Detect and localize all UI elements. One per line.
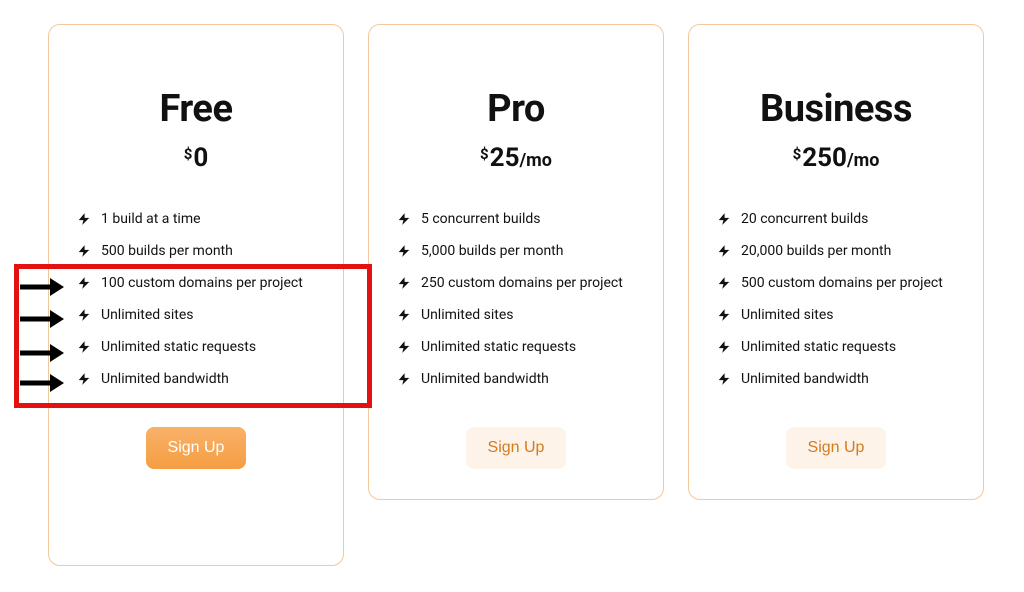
- feature-item: 100 custom domains per project: [77, 267, 315, 299]
- feature-item: 1 build at a time: [77, 203, 315, 235]
- price-amount: 0: [193, 143, 208, 173]
- feature-text: Unlimited sites: [421, 307, 514, 323]
- feature-item: 5,000 builds per month: [397, 235, 635, 267]
- pricing-plans: Free $0 1 build at a time 500 builds per…: [40, 24, 984, 566]
- price-amount: 250: [802, 143, 847, 173]
- feature-list: 5 concurrent builds 5,000 builds per mon…: [397, 203, 635, 395]
- bolt-icon: [397, 307, 411, 323]
- feature-item: Unlimited bandwidth: [77, 363, 315, 395]
- feature-text: Unlimited static requests: [101, 339, 256, 355]
- plan-card-free: Free $0 1 build at a time 500 builds per…: [48, 24, 344, 566]
- feature-text: 1 build at a time: [101, 211, 201, 227]
- signup-button-business[interactable]: Sign Up: [786, 427, 887, 469]
- bolt-icon: [717, 339, 731, 355]
- feature-item: Unlimited sites: [717, 299, 955, 331]
- feature-text: 20,000 builds per month: [741, 243, 891, 259]
- plan-price: $25/mo: [397, 143, 635, 173]
- feature-list: 1 build at a time 500 builds per month 1…: [77, 203, 315, 395]
- feature-text: Unlimited bandwidth: [741, 371, 869, 387]
- plan-title: Pro: [397, 87, 635, 131]
- price-period: /mo: [520, 150, 552, 171]
- feature-list: 20 concurrent builds 20,000 builds per m…: [717, 203, 955, 395]
- feature-item: Unlimited sites: [397, 299, 635, 331]
- plan-price: $250/mo: [717, 143, 955, 173]
- bolt-icon: [397, 243, 411, 259]
- feature-text: 100 custom domains per project: [101, 275, 303, 291]
- plan-price: $0: [77, 143, 315, 173]
- feature-text: Unlimited sites: [741, 307, 834, 323]
- feature-text: Unlimited sites: [101, 307, 194, 323]
- price-currency: $: [184, 145, 193, 163]
- feature-text: Unlimited static requests: [421, 339, 576, 355]
- feature-item: Unlimited static requests: [717, 331, 955, 363]
- feature-item: Unlimited static requests: [397, 331, 635, 363]
- feature-item: 250 custom domains per project: [397, 267, 635, 299]
- bolt-icon: [397, 211, 411, 227]
- feature-text: Unlimited bandwidth: [101, 371, 229, 387]
- feature-item: 5 concurrent builds: [397, 203, 635, 235]
- bolt-icon: [77, 275, 91, 291]
- bolt-icon: [717, 243, 731, 259]
- bolt-icon: [77, 371, 91, 387]
- feature-item: Unlimited sites: [77, 299, 315, 331]
- bolt-icon: [77, 243, 91, 259]
- feature-text: 500 custom domains per project: [741, 275, 943, 291]
- bolt-icon: [397, 371, 411, 387]
- bolt-icon: [717, 275, 731, 291]
- plan-card-business: Business $250/mo 20 concurrent builds 20…: [688, 24, 984, 500]
- feature-text: 250 custom domains per project: [421, 275, 623, 291]
- feature-text: Unlimited bandwidth: [421, 371, 549, 387]
- bolt-icon: [77, 307, 91, 323]
- bolt-icon: [717, 211, 731, 227]
- feature-item: Unlimited static requests: [77, 331, 315, 363]
- plan-card-pro: Pro $25/mo 5 concurrent builds 5,000 bui…: [368, 24, 664, 500]
- bolt-icon: [397, 339, 411, 355]
- price-currency: $: [793, 145, 802, 163]
- price-period: /mo: [847, 150, 879, 171]
- feature-item: Unlimited bandwidth: [717, 363, 955, 395]
- feature-item: Unlimited bandwidth: [397, 363, 635, 395]
- bolt-icon: [717, 307, 731, 323]
- feature-item: 20,000 builds per month: [717, 235, 955, 267]
- feature-text: 5 concurrent builds: [421, 211, 541, 227]
- price-currency: $: [480, 145, 489, 163]
- feature-item: 500 custom domains per project: [717, 267, 955, 299]
- bolt-icon: [77, 211, 91, 227]
- feature-text: 500 builds per month: [101, 243, 233, 259]
- feature-text: 5,000 builds per month: [421, 243, 563, 259]
- bolt-icon: [77, 339, 91, 355]
- signup-button-free[interactable]: Sign Up: [146, 427, 247, 469]
- signup-button-pro[interactable]: Sign Up: [466, 427, 567, 469]
- price-amount: 25: [490, 143, 520, 173]
- feature-item: 500 builds per month: [77, 235, 315, 267]
- bolt-icon: [397, 275, 411, 291]
- feature-text: 20 concurrent builds: [741, 211, 868, 227]
- feature-text: Unlimited static requests: [741, 339, 896, 355]
- feature-item: 20 concurrent builds: [717, 203, 955, 235]
- plan-title: Business: [717, 87, 955, 131]
- plan-title: Free: [77, 87, 315, 131]
- bolt-icon: [717, 371, 731, 387]
